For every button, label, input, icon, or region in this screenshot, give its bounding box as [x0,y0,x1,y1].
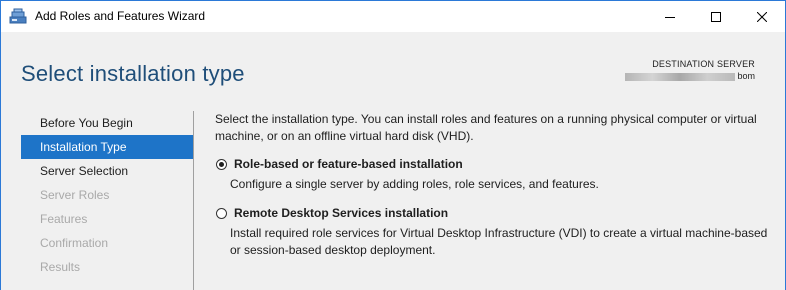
destination-server-suffix: bom [737,71,755,81]
nav-item-installation-type[interactable]: Installation Type [21,135,193,159]
destination-server-label: DESTINATION SERVER [652,59,755,69]
role-based-radio[interactable] [216,159,227,170]
role-based-title[interactable]: Role-based or feature-based installation [234,157,463,171]
nav-item-results: Results [40,260,81,274]
redacted-server-name [625,72,736,81]
option-role-based[interactable]: Role-based or feature-based installation… [215,157,775,197]
nav-divider [193,111,194,290]
nav-item-server-selection[interactable]: Server Selection [21,159,193,183]
page-title: Select installation type [21,61,245,86]
nav-item-server-roles: Server Roles [40,188,110,202]
nav-item-before-you-begin[interactable]: Before You Begin [21,111,193,135]
maximize-button[interactable] [693,1,739,32]
remote-desktop-radio[interactable] [216,208,227,219]
option-remote-desktop[interactable]: Remote Desktop Services installation Ins… [215,206,775,262]
remote-desktop-description: Install required role services for Virtu… [230,226,768,257]
role-based-description: Configure a single server by adding role… [230,177,599,191]
nav-item-features: Features [40,212,88,226]
close-button[interactable] [739,1,785,32]
intro-text: Select the installation type. You can in… [215,112,757,143]
wizard-window: Add Roles and Features Wizard Select ins… [0,0,786,290]
content-panel: Select the installation type. You can in… [215,111,775,257]
minimize-button[interactable] [647,1,693,32]
title-bar[interactable]: Add Roles and Features Wizard [1,1,785,32]
nav-item-confirmation: Confirmation [40,236,109,250]
remote-desktop-title[interactable]: Remote Desktop Services installation [234,206,448,220]
server-manager-icon [9,8,27,24]
wizard-nav: Before You Begin Installation Type Serve… [21,111,193,279]
window-title: Add Roles and Features Wizard [35,9,206,23]
wizard-header: Select installation type DESTINATION SER… [1,32,785,102]
minimize-icon [665,16,675,18]
maximize-icon [711,11,721,22]
close-icon [757,11,767,22]
destination-server-value: bom [625,71,755,81]
